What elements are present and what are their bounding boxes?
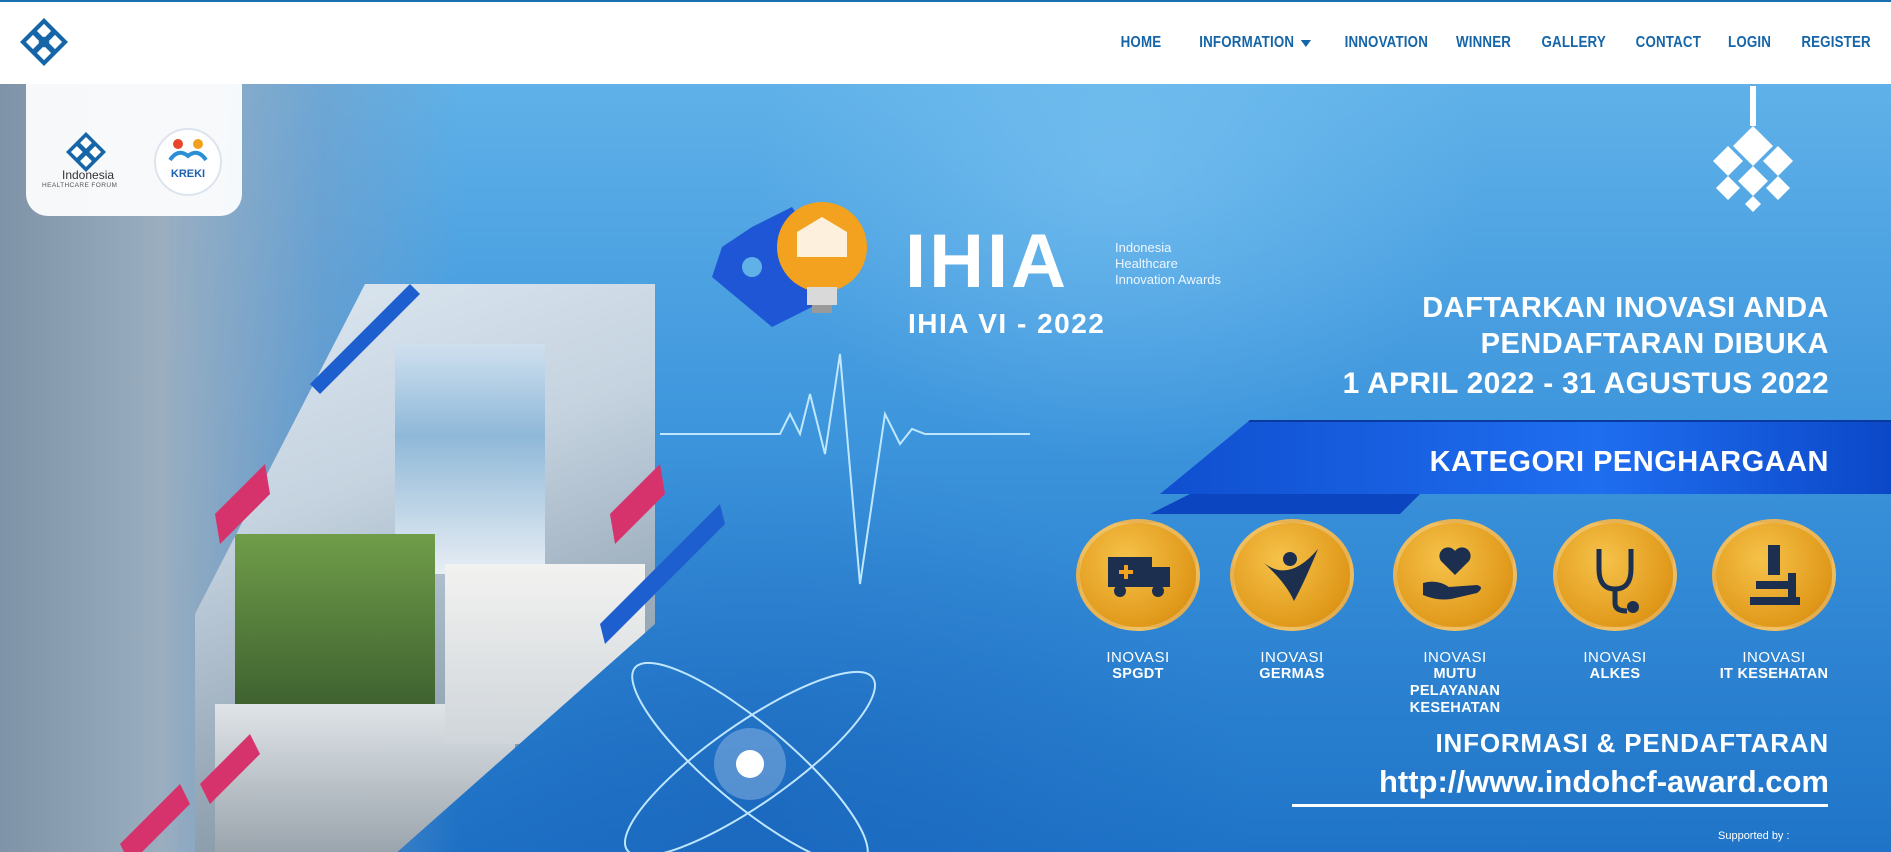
category-name: ALKES [1589, 666, 1641, 682]
category-name: GERMAS [1259, 666, 1325, 682]
category-germas: INOVASI GERMAS [1207, 519, 1377, 683]
nav-register[interactable]: REGISTER [1801, 34, 1871, 52]
registration-url-link[interactable]: http://www.indohcf-award.com [1379, 764, 1829, 800]
nav-login[interactable]: LOGIN [1728, 34, 1771, 52]
nav-information-label: INFORMATION [1198, 34, 1294, 51]
kreki-label: KREKI [170, 168, 206, 180]
ihia-bulb-icon [712, 202, 867, 327]
forum-logo-icon [66, 132, 106, 172]
category-alkes: INOVASI ALKES [1530, 519, 1700, 683]
nav-contact[interactable]: CONTACT [1636, 34, 1701, 52]
stethoscope-icon [1553, 519, 1677, 631]
category-name: IT KESEHATAN [1719, 666, 1829, 682]
category-title: KATEGORI PENGHARGAAN [1429, 446, 1829, 478]
category-mutu: INOVASI MUTU PELAYANAN KESEHATAN [1370, 519, 1540, 717]
partner-logo-card: Indonesia HEALTHCARE FORUM KREKI [26, 84, 242, 216]
category-it-kesehatan: INOVASI IT KESEHATAN [1689, 519, 1859, 683]
microscope-icon [1712, 519, 1836, 631]
site-logo[interactable] [20, 18, 68, 66]
chevron-down-icon [1300, 39, 1312, 47]
nav-home[interactable]: HOME [1120, 34, 1161, 52]
category-name: MUTU PELAYANAN KESEHATAN [1409, 666, 1501, 716]
forum-name: Indonesia [62, 168, 115, 182]
url-underline [1292, 804, 1828, 807]
category-name: SPGDT [1112, 666, 1164, 682]
ambulance-icon [1076, 519, 1200, 631]
headline-open: PENDAFTARAN DIBUKA [1480, 328, 1829, 360]
atom-orbit-decor [624, 661, 876, 852]
category-prefix: INOVASI [1583, 649, 1647, 666]
info-registration-label: INFORMASI & PENDAFTARAN [1435, 728, 1829, 758]
category-prefix: INOVASI [1260, 649, 1324, 666]
navbar: HOME INFORMATION INNOVATION WINNER GALLE… [0, 2, 1891, 84]
category-bar-accent [1150, 494, 1420, 514]
category-spgdt: INOVASI SPGDT [1053, 519, 1223, 683]
nav-information[interactable]: INFORMATION [1198, 34, 1312, 52]
kreki-figures-icon [168, 139, 208, 162]
category-prefix: INOVASI [1106, 649, 1170, 666]
forum-sub: HEALTHCARE FORUM [42, 182, 118, 189]
figure-icon [1230, 519, 1354, 631]
ihia-full-name: Indonesia Healthcare Innovation Awards [1115, 240, 1221, 287]
nav-innovation[interactable]: INNOVATION [1344, 34, 1427, 52]
batik-ornament [1713, 86, 1793, 212]
nav-winner[interactable]: WINNER [1456, 34, 1511, 52]
supported-by-label: Supported by : [1718, 830, 1790, 842]
headline-register: DAFTARKAN INOVASI ANDA [1422, 292, 1829, 324]
category-prefix: INOVASI [1423, 649, 1487, 666]
kreki-logo: KREKI [154, 128, 222, 196]
heart-hand-icon [1393, 519, 1517, 631]
nav-gallery[interactable]: GALLERY [1541, 34, 1605, 52]
main-nav: HOME INFORMATION INNOVATION WINNER GALLE… [1094, 2, 1871, 84]
category-prefix: INOVASI [1742, 649, 1806, 666]
headline-dates: 1 APRIL 2022 - 31 AGUSTUS 2022 [1342, 367, 1829, 400]
heartbeat-line [660, 353, 1030, 585]
hero-banner: Indonesia HEALTHCARE FORUM KREKI IHIA In… [0, 84, 1891, 852]
ihia-title: IHIA [905, 219, 1069, 304]
